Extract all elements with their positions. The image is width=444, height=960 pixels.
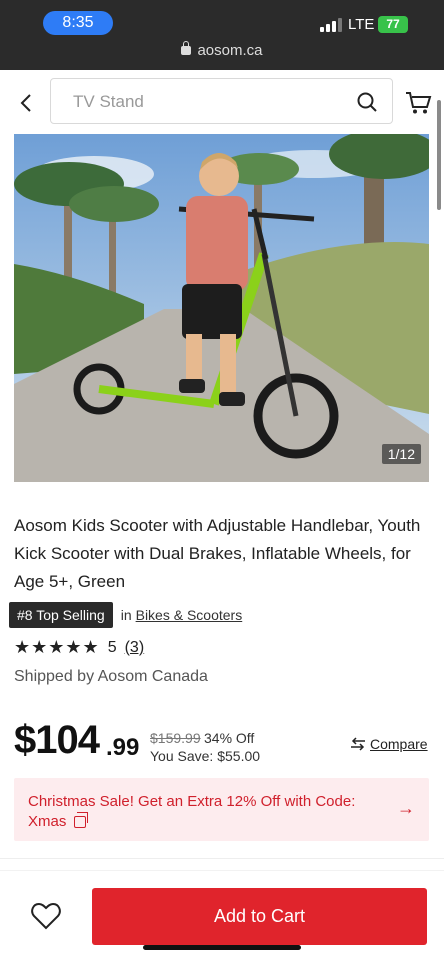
product-image[interactable]: 1/12	[14, 134, 429, 482]
copy-icon[interactable]	[74, 812, 89, 828]
scooter-photo	[14, 134, 429, 482]
divider	[0, 870, 444, 871]
status-bar: 8:35 LTE 77 aosom.ca	[0, 0, 444, 70]
review-count-link[interactable]: (3)	[125, 639, 145, 657]
network-label: LTE	[348, 16, 375, 33]
search-placeholder: TV Stand	[73, 92, 144, 111]
rating-row[interactable]: ★★★★★ 5 (3)	[14, 637, 144, 658]
home-indicator	[143, 945, 301, 950]
arrow-right-icon[interactable]: →	[397, 798, 415, 819]
category-link[interactable]: Bikes & Scooters	[136, 607, 243, 623]
rating-value: 5	[107, 638, 117, 656]
shipped-by: Shipped by Aosom Canada	[14, 668, 208, 685]
add-to-cart-button[interactable]: Add to Cart	[92, 888, 427, 945]
url-bar[interactable]: aosom.ca	[0, 41, 444, 59]
you-save: You Save: $55.00	[150, 748, 261, 764]
price-cents: .99	[106, 734, 140, 761]
promo-text-wrap: Christmas Sale! Get an Extra 12% Off wit…	[28, 792, 383, 832]
header: TV Stand	[0, 70, 444, 134]
promo-banner[interactable]: Christmas Sale! Get an Extra 12% Off wit…	[14, 778, 429, 841]
heart-icon[interactable]	[31, 902, 61, 930]
price-main: $104	[14, 718, 100, 762]
original-price: $159.99	[150, 730, 201, 746]
lock-icon	[181, 41, 192, 55]
product-title: Aosom Kids Scooter with Adjustable Handl…	[14, 516, 421, 591]
search-icon[interactable]	[356, 91, 378, 113]
scrollbar[interactable]	[437, 100, 441, 210]
image-counter: 1/12	[381, 444, 421, 464]
badge-row: #8 Top Selling in Bikes & Scooters	[9, 602, 242, 628]
compare-button[interactable]: Compare	[350, 736, 428, 752]
top-selling-badge: #8 Top Selling	[9, 602, 113, 628]
discount-percent: 34% Off	[204, 730, 255, 746]
compare-arrows-icon	[351, 737, 365, 751]
chevron-left-icon[interactable]	[14, 90, 40, 116]
signal-icon	[320, 18, 342, 32]
status-time: 8:35	[43, 11, 113, 35]
star-rating-icon: ★★★★★	[14, 637, 100, 657]
cart-icon[interactable]	[404, 88, 432, 116]
search-input[interactable]: TV Stand	[50, 78, 393, 124]
divider	[0, 858, 444, 859]
url-text: aosom.ca	[197, 42, 263, 59]
in-label: in	[120, 607, 132, 623]
battery-icon: 77	[378, 16, 408, 33]
compare-label: Compare	[370, 736, 428, 752]
